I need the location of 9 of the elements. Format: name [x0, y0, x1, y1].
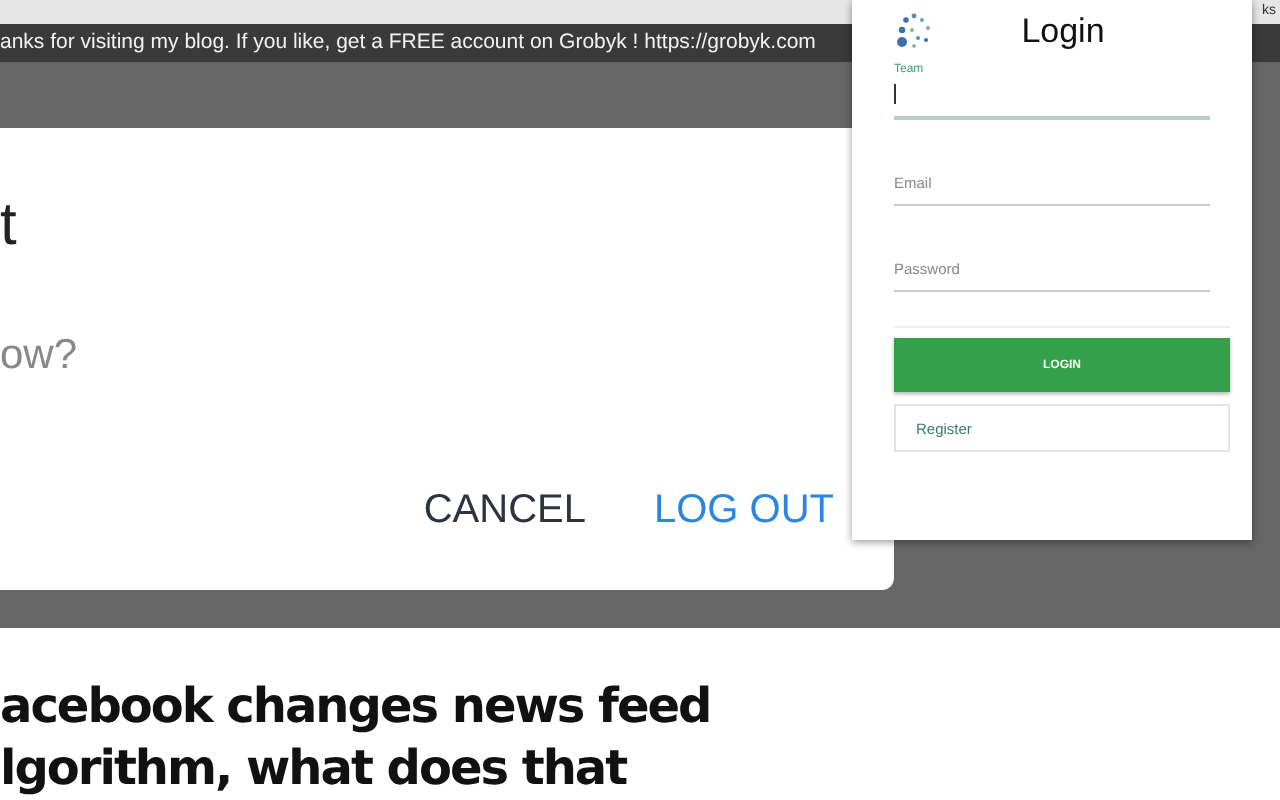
banner-text: anks for visiting my blog. If you like, get a FREE account on Grobyk ! https://grobyk.com	[0, 30, 816, 55]
article-headline: lgorithm, what does that	[0, 738, 629, 800]
logout-button[interactable]: LOG OUT	[641, 480, 846, 542]
cancel-button[interactable]: CANCEL	[411, 480, 598, 542]
login-title: Login	[1019, 12, 1107, 52]
article-headline: acebook changes news feed	[0, 676, 713, 738]
logo-icon	[894, 12, 934, 52]
dialog-message: ow?	[0, 332, 80, 380]
dialog-title: t	[0, 196, 19, 256]
